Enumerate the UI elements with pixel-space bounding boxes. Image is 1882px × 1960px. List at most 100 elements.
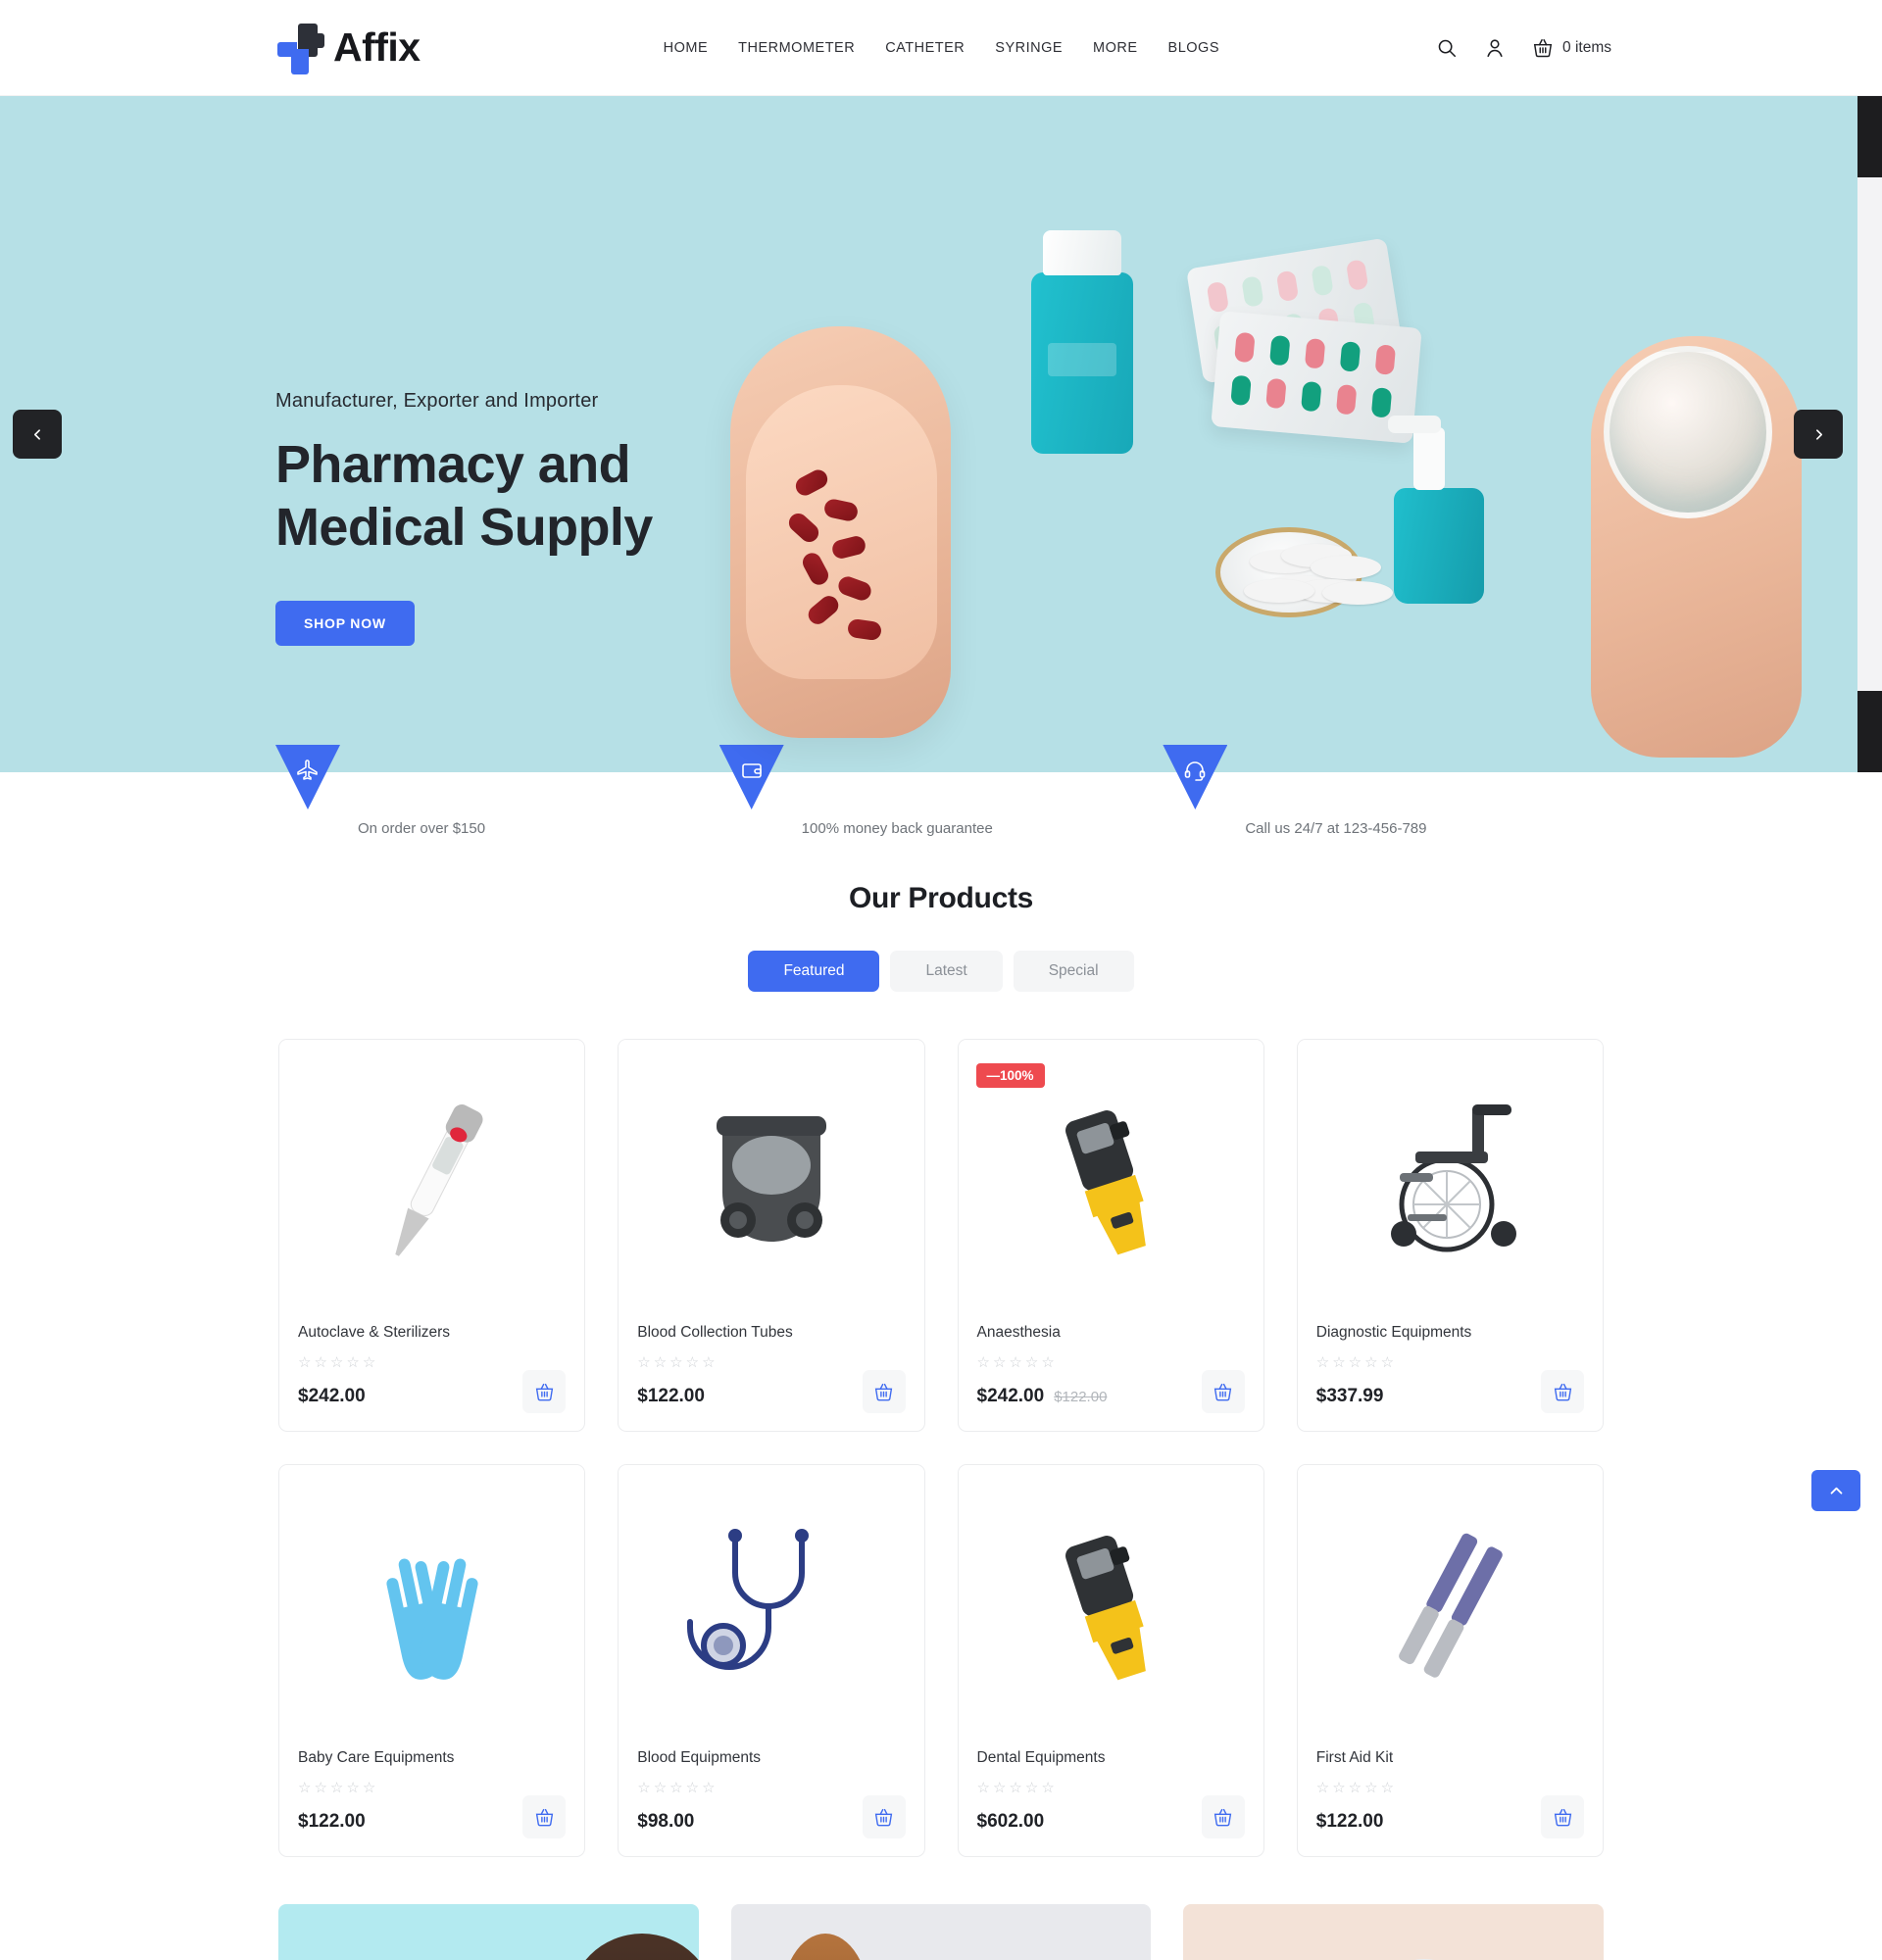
promo-banner[interactable] (1183, 1904, 1604, 1960)
supplement-bottle-image (1031, 230, 1133, 454)
feature-free-shipping: Free Shipping On order over $150 (275, 745, 719, 837)
product-card[interactable]: First Aid Kit ☆ ☆ ☆ ☆ ☆ $122.00 (1296, 1464, 1604, 1857)
main-navigation: HOME THERMOMETER CATHETER SYRINGE MORE B… (664, 40, 1219, 56)
header-actions: 0 items (1436, 37, 1611, 59)
rating-stars[interactable]: ☆ ☆ ☆ ☆ ☆ (637, 1781, 905, 1795)
blue-gloves-icon (386, 1558, 478, 1680)
feature-money-return: Money Return 100% money back guarantee (718, 745, 1164, 837)
carousel-prev-button[interactable] (13, 410, 62, 459)
product-card[interactable]: Blood Collection Tubes ☆ ☆ ☆ ☆ ☆ $122.00 (618, 1039, 925, 1432)
logo[interactable]: Affix (275, 22, 421, 74)
product-card[interactable]: Dental Equipments ☆ ☆ ☆ ☆ ☆ $602.00 (957, 1464, 1264, 1857)
rating-stars[interactable]: ☆ ☆ ☆ ☆ ☆ (1316, 1781, 1584, 1795)
basket-icon (874, 1808, 893, 1826)
scalpels-icon (1399, 1533, 1504, 1678)
product-name: Diagnostic Equipments (1315, 1324, 1472, 1341)
basket-icon (1554, 1383, 1571, 1400)
page-title: Our Products (848, 882, 1034, 914)
feature-subtitle: On order over $150 (358, 820, 486, 837)
rating-stars[interactable]: ☆ ☆ ☆ ☆ ☆ (298, 1781, 566, 1795)
product-card[interactable]: Blood Equipments ☆ ☆ ☆ ☆ ☆ $98.00 (618, 1464, 925, 1857)
brand-name: Affix (333, 24, 421, 70)
tab-latest[interactable]: Latest (890, 951, 1003, 992)
product-image-scalpels[interactable] (1297, 1465, 1603, 1749)
product-card[interactable]: Diagnostic Equipments ☆ ☆ ☆ ☆ ☆ $337.99 (1296, 1039, 1604, 1432)
gas-mask-icon (716, 1116, 826, 1242)
product-card[interactable]: Autoclave & Sterilizers ☆ ☆ ☆ ☆ ☆ $242.00 (278, 1039, 586, 1432)
product-name: Blood Equipments (637, 1749, 762, 1766)
product-name: Blood Collection Tubes (637, 1324, 793, 1341)
add-to-cart-button[interactable] (1541, 1795, 1584, 1838)
add-to-cart-button[interactable] (1201, 1370, 1245, 1413)
product-image-stethoscope[interactable] (619, 1465, 924, 1749)
product-old-price: $122.00 (1054, 1389, 1108, 1405)
affix-cross-icon (275, 22, 324, 74)
add-to-cart-button[interactable] (862, 1370, 906, 1413)
shop-now-button[interactable]: SHOP NOW (275, 601, 415, 647)
infrared-thermometer-gun-icon (1065, 1110, 1146, 1255)
chevron-left-icon (33, 428, 40, 440)
wheelchair-icon (1391, 1104, 1517, 1252)
products-section: Our Products Featured Latest Special Aut… (0, 862, 1882, 1960)
product-card[interactable]: Baby Care Equipments ☆ ☆ ☆ ☆ ☆ $122.00 (278, 1464, 586, 1857)
product-image-gloves[interactable] (279, 1465, 585, 1749)
rating-stars[interactable]: ☆ ☆ ☆ ☆ ☆ (1316, 1355, 1584, 1370)
tab-special[interactable]: Special (1013, 951, 1134, 992)
product-name: First Aid Kit (1315, 1749, 1394, 1766)
chevron-up-icon (1830, 1487, 1842, 1494)
feature-support: Support 24/7 Call us 24/7 at 123-456-789 (1163, 745, 1607, 837)
add-to-cart-button[interactable] (522, 1795, 567, 1838)
product-grid: Autoclave & Sterilizers ☆ ☆ ☆ ☆ ☆ $242.00 (278, 1039, 1604, 1857)
rating-stars[interactable]: ☆ ☆ ☆ ☆ ☆ (977, 1355, 1245, 1370)
tab-featured[interactable]: Featured (748, 951, 880, 992)
product-name: Anaesthesia (976, 1324, 1061, 1341)
user-icon[interactable] (1484, 37, 1506, 59)
add-to-cart-button[interactable] (522, 1370, 567, 1413)
basket-icon (1532, 37, 1554, 59)
product-price: $98.00 (637, 1811, 695, 1832)
search-icon[interactable] (1436, 37, 1458, 59)
promo-banner[interactable] (278, 1904, 699, 1960)
promo-banner[interactable] (730, 1904, 1152, 1960)
stethoscope-icon (686, 1529, 809, 1670)
product-price: $602.00 (976, 1811, 1045, 1832)
cart-item-count: 0 items (1562, 38, 1611, 56)
rating-stars[interactable]: ☆ ☆ ☆ ☆ ☆ (977, 1781, 1245, 1795)
product-image-thermometer[interactable] (279, 1040, 585, 1324)
hero-title: Pharmacy and Medical Supply (275, 435, 653, 557)
nav-item-blogs[interactable]: BLOGS (1168, 40, 1219, 56)
hero-eyebrow: Manufacturer, Exporter and Importer (275, 390, 599, 412)
product-image-infrared-gun-2[interactable] (958, 1465, 1263, 1749)
basket-icon (535, 1808, 553, 1826)
product-price: $242.00 (976, 1386, 1045, 1406)
promo-banner-row (278, 1904, 1604, 1960)
hero-carousel: Manufacturer, Exporter and Importer Phar… (0, 96, 1882, 772)
nav-item-thermometer[interactable]: THERMOMETER (738, 40, 855, 56)
carousel-next-button[interactable] (1794, 410, 1843, 459)
nasal-spray-image (1388, 416, 1484, 604)
nav-item-more[interactable]: MORE (1093, 40, 1138, 56)
product-image-gas-mask[interactable] (619, 1040, 924, 1324)
digital-thermometer-icon (394, 1104, 483, 1256)
product-price: $122.00 (637, 1386, 705, 1406)
scroll-to-top-button[interactable] (1811, 1470, 1860, 1511)
product-image-wheelchair[interactable] (1297, 1040, 1603, 1324)
nav-item-catheter[interactable]: CATHETER (885, 40, 965, 56)
basket-icon (1214, 1383, 1232, 1400)
basket-icon (535, 1383, 553, 1400)
product-price: $122.00 (298, 1811, 366, 1832)
product-card[interactable]: —100% Anaesthesia ☆ ☆ ☆ ☆ ☆ $242.00 $122… (957, 1039, 1264, 1432)
nav-item-syringe[interactable]: SYRINGE (995, 40, 1063, 56)
water-glass-image (1604, 346, 1772, 518)
hero-copy: Manufacturer, Exporter and Importer Phar… (275, 390, 785, 647)
add-to-cart-button[interactable] (1201, 1795, 1245, 1838)
add-to-cart-button[interactable] (1541, 1370, 1584, 1413)
features-strip: Free Shipping On order over $150 Money R… (0, 745, 1882, 862)
nav-item-home[interactable]: HOME (664, 40, 709, 56)
product-price: $122.00 (1315, 1811, 1384, 1832)
rating-stars[interactable]: ☆ ☆ ☆ ☆ ☆ (637, 1355, 905, 1370)
add-to-cart-button[interactable] (862, 1795, 906, 1838)
site-header: Affix HOME THERMOMETER CATHETER SYRINGE … (0, 0, 1882, 96)
cart-button[interactable]: 0 items (1532, 37, 1611, 59)
rating-stars[interactable]: ☆ ☆ ☆ ☆ ☆ (298, 1355, 566, 1370)
